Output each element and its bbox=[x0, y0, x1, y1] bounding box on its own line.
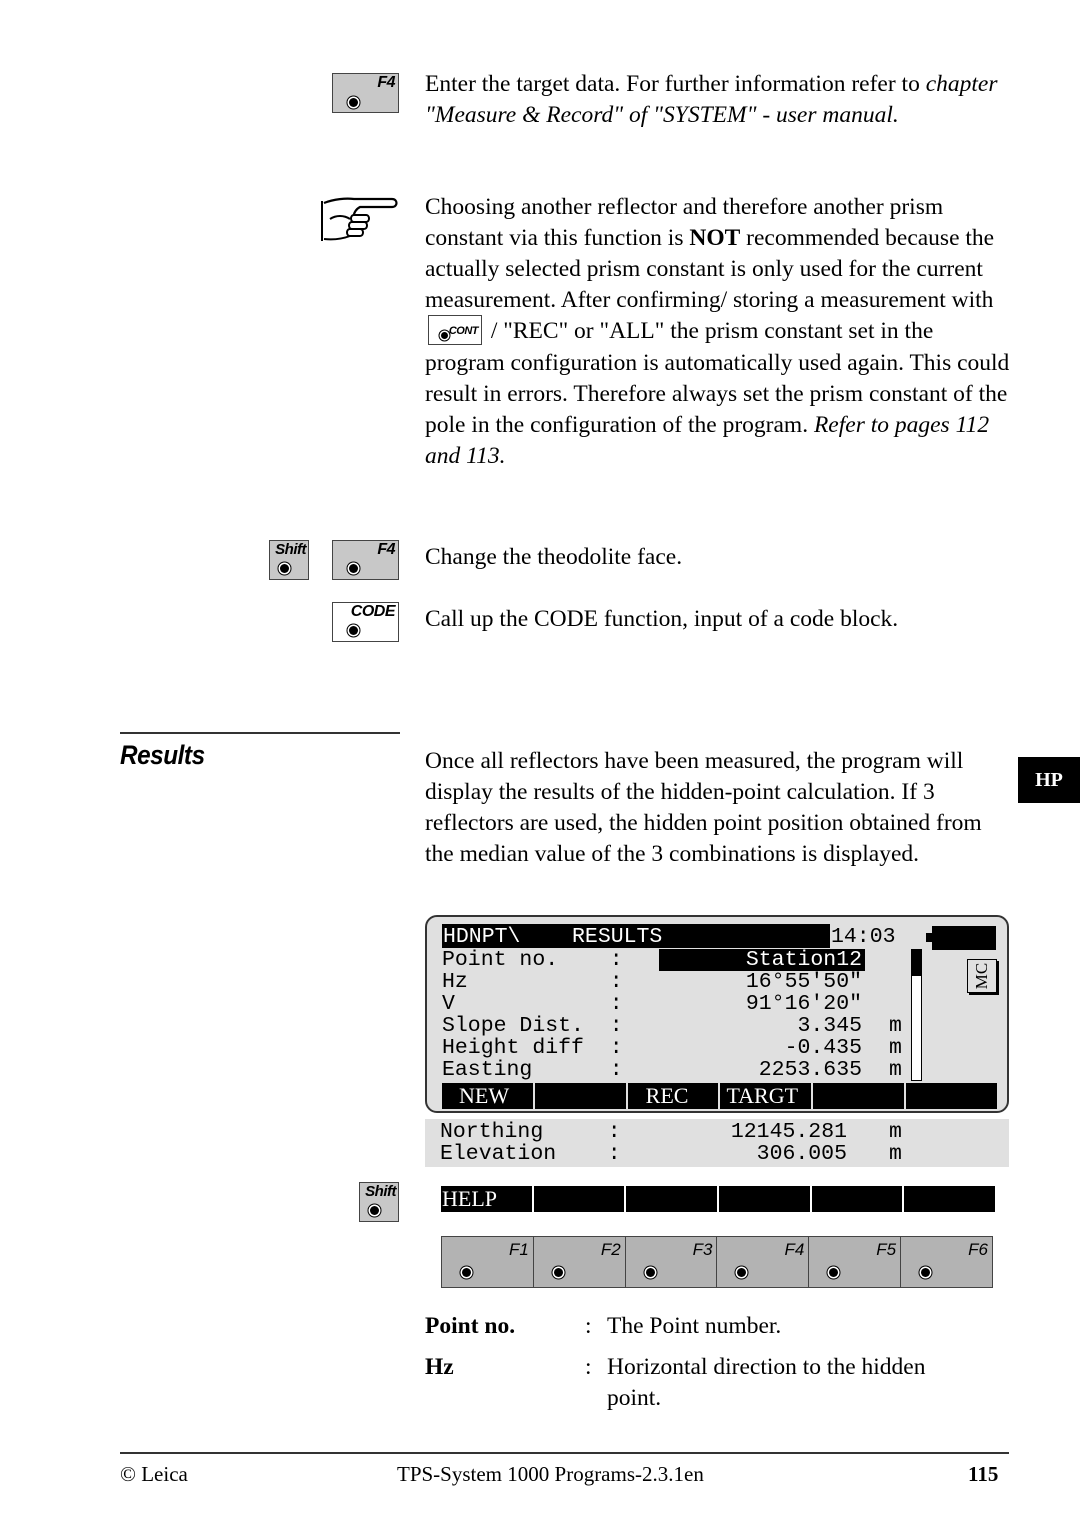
function-key-f1[interactable]: F1 bbox=[442, 1237, 534, 1287]
screen-row-label: Hz : bbox=[442, 970, 623, 994]
note-prism-constant: Choosing another reflector and therefore… bbox=[425, 194, 1010, 469]
code-key-icon: CODE bbox=[332, 602, 399, 642]
cont-key-icon: CONT bbox=[428, 314, 482, 345]
chapter-tab: HP bbox=[1018, 757, 1080, 803]
screen-row-label: Northing : bbox=[440, 1120, 621, 1144]
function-key-f4[interactable]: F4 bbox=[717, 1237, 810, 1287]
function-key-label: F5 bbox=[876, 1240, 897, 1259]
shift-key-icon: Shift bbox=[359, 1182, 399, 1222]
page-number: 115 bbox=[968, 1462, 999, 1486]
key-dot-icon bbox=[645, 1268, 655, 1277]
screen-row-unit: m bbox=[889, 1036, 902, 1060]
screen-row-label: Slope Dist. : bbox=[442, 1014, 623, 1038]
definition-colon: : bbox=[585, 1354, 592, 1380]
key-dot-icon bbox=[349, 626, 358, 635]
shift-softkey-bar: HELP bbox=[441, 1186, 996, 1212]
key-dot-icon bbox=[280, 564, 289, 573]
extra-rows: Northing : 12145.281 m Elevation : 306.005 m bbox=[425, 1119, 1009, 1167]
shift-softkey-empty[interactable] bbox=[533, 1186, 625, 1212]
scrollbar-thumb[interactable] bbox=[912, 950, 921, 976]
screen-row-value: 2253.635 bbox=[758, 1058, 862, 1082]
shift-softkey-empty[interactable] bbox=[626, 1186, 718, 1212]
softkey-new[interactable]: NEW bbox=[442, 1083, 533, 1109]
pointing-hand-icon bbox=[321, 197, 398, 241]
softkey-rec[interactable]: REC bbox=[627, 1083, 719, 1109]
function-key-f3[interactable]: F3 bbox=[626, 1237, 718, 1287]
softkey-label: TARGT bbox=[726, 1083, 799, 1108]
section-divider bbox=[120, 732, 400, 734]
mc-indicator: MC bbox=[967, 959, 997, 993]
softkey-label: REC bbox=[645, 1083, 689, 1108]
instrument-screen: HDNPT\ RESULTS 14:03 Point no. : Station1… bbox=[425, 915, 1009, 1113]
key-dot-icon bbox=[921, 1268, 931, 1277]
screen-continuation: Northing : 12145.281 m Elevation : 306.005 m bbox=[425, 1119, 1009, 1167]
screen-scrollbar[interactable] bbox=[911, 949, 922, 1081]
softkey-label: HELP bbox=[442, 1186, 497, 1211]
shift-softkey-help[interactable]: HELP bbox=[441, 1186, 532, 1212]
function-key-f6[interactable]: F6 bbox=[901, 1237, 992, 1287]
definition-colon: : bbox=[585, 1313, 592, 1339]
softkey-empty[interactable] bbox=[906, 1083, 997, 1109]
key-dot-icon bbox=[349, 564, 358, 573]
key-dot-icon bbox=[441, 331, 448, 339]
screen-row-unit: m bbox=[889, 1014, 902, 1038]
key-dot-icon bbox=[370, 1206, 379, 1215]
function-key-strip: F1 F2 F3 F4 F5 F6 bbox=[441, 1236, 993, 1288]
definition-term: Hz bbox=[425, 1354, 454, 1380]
key-dot-icon bbox=[737, 1268, 747, 1277]
screen-row-value: -0.435 bbox=[784, 1036, 862, 1060]
function-key-label: F3 bbox=[692, 1240, 713, 1259]
footer-divider bbox=[120, 1452, 1009, 1454]
definition-text: Horizontal direction to the hidden point… bbox=[607, 1354, 926, 1411]
function-key-label: F6 bbox=[968, 1240, 988, 1259]
screen-row-value: 12145.281 bbox=[730, 1120, 847, 1144]
screen-row-label: V : bbox=[442, 992, 623, 1016]
paragraph-results-intro: Once all reflectors have been measured, … bbox=[425, 748, 982, 867]
paragraph-change-face: Change the theodolite face. bbox=[425, 544, 683, 570]
softkey-targt[interactable]: TARGT bbox=[720, 1083, 812, 1109]
key-dot-icon bbox=[349, 98, 358, 107]
screen-row-value: 306.005 bbox=[756, 1142, 847, 1166]
screen-row-value: Station12 bbox=[745, 948, 862, 972]
shift-softkey-empty[interactable] bbox=[904, 1186, 996, 1212]
key-dot-icon bbox=[829, 1268, 839, 1277]
footer-copyright: © Leica bbox=[120, 1462, 188, 1486]
f4-key-icon: F4 bbox=[332, 540, 399, 580]
function-key-label: F4 bbox=[784, 1240, 805, 1259]
softkey-empty[interactable] bbox=[813, 1083, 905, 1109]
function-key-f2[interactable]: F2 bbox=[534, 1237, 626, 1287]
paragraph-code-function: Call up the CODE function, input of a co… bbox=[425, 606, 899, 632]
shift-softkey-empty[interactable] bbox=[811, 1186, 903, 1212]
screen-row-unit: m bbox=[889, 1120, 902, 1144]
screen-row-value: 16°55'50" bbox=[745, 970, 862, 994]
screen-row-label: Elevation : bbox=[440, 1142, 621, 1166]
softkey-label: NEW bbox=[459, 1083, 510, 1108]
key-dot-icon bbox=[462, 1268, 471, 1277]
shift-softkey-empty[interactable] bbox=[719, 1186, 810, 1212]
definition-text: The Point number. bbox=[607, 1313, 782, 1339]
paragraph-target-data: Enter the target data. For further infor… bbox=[425, 71, 998, 128]
softkey-bar: NEW REC TARGT bbox=[442, 1083, 997, 1109]
screen-row-value: 3.345 bbox=[797, 1014, 862, 1038]
screen-row-value: 91°16'20" bbox=[745, 992, 862, 1016]
f4-key-icon: F4 bbox=[332, 73, 399, 113]
softkey-empty[interactable] bbox=[534, 1083, 626, 1109]
section-title: Results bbox=[120, 740, 205, 770]
screen-row-unit: m bbox=[889, 1058, 902, 1082]
screen-row-unit: m bbox=[889, 1142, 902, 1166]
function-key-f5[interactable]: F5 bbox=[809, 1237, 902, 1287]
screen-row-label: Height diff : bbox=[442, 1036, 623, 1060]
key-dot-icon bbox=[553, 1268, 563, 1277]
f4-key-label: F4 bbox=[377, 74, 395, 91]
function-key-label: F2 bbox=[600, 1240, 621, 1259]
definition-term: Point no. bbox=[425, 1313, 516, 1339]
function-key-label: F1 bbox=[508, 1240, 529, 1259]
footer-document-title: TPS-System 1000 Programs-2.3.1en bbox=[397, 1462, 704, 1486]
shift-key-icon: Shift bbox=[269, 540, 309, 580]
screen-row-label: Easting : bbox=[442, 1058, 623, 1082]
screen-row-label: Point no. : bbox=[442, 948, 623, 972]
